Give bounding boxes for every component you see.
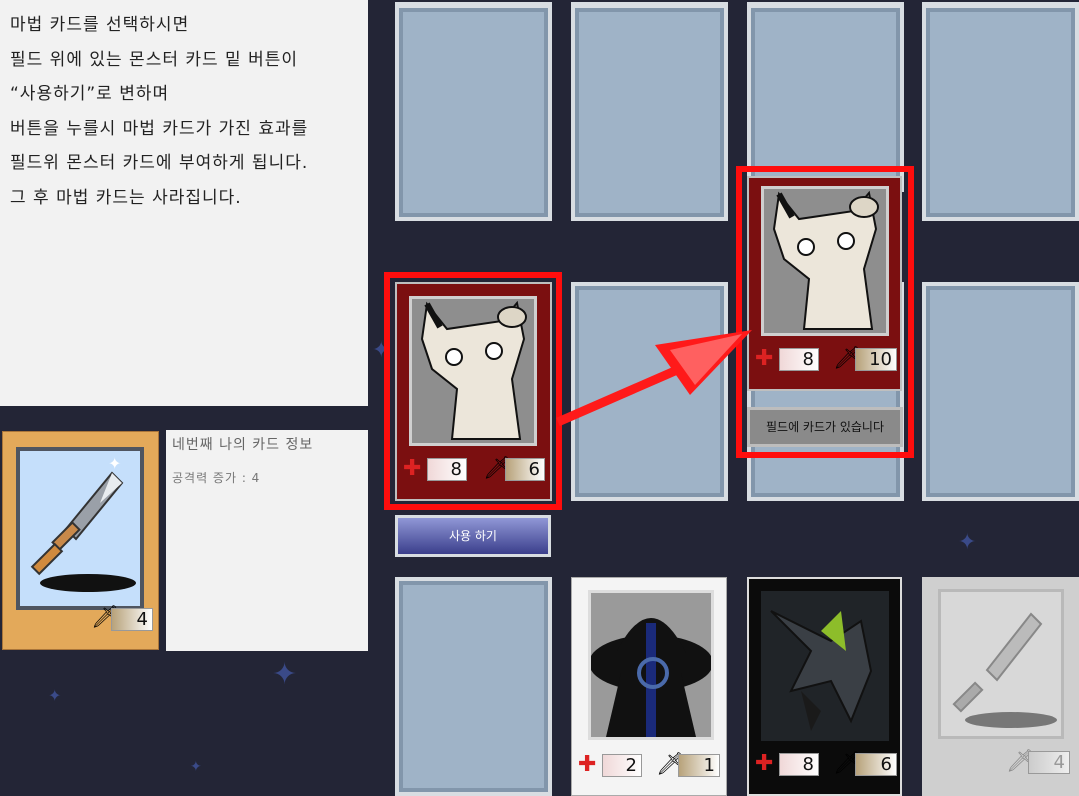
tutorial-panel: 마법 카드를 선택하시면 필드 위에 있는 몬스터 카드 밑 버튼이 “사용하기… <box>0 0 368 406</box>
health-cross-icon: ✚ <box>755 751 774 776</box>
sword-icon <box>938 589 1064 739</box>
card-hp: 8 <box>779 753 819 776</box>
enemy-field-slot[interactable] <box>747 2 904 192</box>
hooded-figure-art <box>588 590 714 740</box>
left-monster-card[interactable]: ✚ 8 🗡 6 <box>395 282 552 501</box>
card-info-panel: 네번째 나의 카드 정보 공격력 증가 : 4 <box>166 430 368 651</box>
dark-dragon-art <box>761 591 889 741</box>
card-hp: 2 <box>602 754 642 777</box>
tutorial-line: 필드 위에 있는 몬스터 카드 밑 버튼이 <box>10 49 299 70</box>
player-field-slot[interactable] <box>922 282 1079 501</box>
card-info-effect: 공격력 증가 : 4 <box>172 471 261 485</box>
health-cross-icon: ✚ <box>755 346 774 371</box>
cat-monster-art <box>409 296 537 446</box>
card-attack: 1 <box>678 754 720 777</box>
tutorial-line: 필드위 몬스터 카드에 부여하게 됩니다. <box>10 153 309 173</box>
monster-attack: 6 <box>505 458 545 481</box>
star-decoration: ✦ <box>190 759 202 775</box>
hand-card[interactable]: ✚ 2 🗡 1 <box>571 577 727 796</box>
sword-icon: ✦ <box>30 454 136 592</box>
attack-value: 4 <box>111 608 153 631</box>
svg-text:✦: ✦ <box>108 454 121 473</box>
tutorial-line: “사용하기”로 변하며 <box>10 84 170 104</box>
field-occupied-button[interactable]: 필드에 카드가 있습니다 <box>747 407 903 447</box>
card-attack: 6 <box>855 753 897 776</box>
use-card-button[interactable]: 사용 하기 <box>395 515 551 557</box>
cat-monster-art <box>761 186 889 336</box>
monster-attack: 10 <box>855 348 897 371</box>
enemy-field-slot[interactable] <box>395 2 552 221</box>
tutorial-line: 버튼을 누를시 마법 카드가 가진 효과를 <box>10 118 309 139</box>
monster-hp: 8 <box>779 348 819 371</box>
enemy-field-slot[interactable] <box>571 2 728 221</box>
health-cross-icon: ✚ <box>403 456 422 481</box>
right-monster-card[interactable]: ✚ 8 🗡 10 <box>747 176 902 391</box>
card-info-title: 네번째 나의 카드 정보 <box>172 437 314 453</box>
selected-card-art: ✦ <box>16 447 144 610</box>
card-attack: 4 <box>1028 751 1070 774</box>
enemy-field-slot[interactable] <box>922 2 1079 221</box>
tutorial-line: 그 후 마법 카드는 사라집니다. <box>10 187 242 208</box>
tutorial-line: 마법 카드를 선택하시면 <box>10 15 190 35</box>
star-decoration: ✦ <box>272 657 298 692</box>
star-decoration: ✦ <box>958 530 977 555</box>
monster-hp: 8 <box>427 458 467 481</box>
star-decoration: ✦ <box>48 686 62 705</box>
hand-card[interactable]: ✚ 8 🗡 6 <box>747 577 902 796</box>
hand-slot-empty[interactable] <box>395 577 552 796</box>
health-cross-icon: ✚ <box>578 752 597 777</box>
hand-card-disabled[interactable]: 🗡 4 <box>922 577 1079 796</box>
selected-card-preview: ✦ 🗡 4 <box>2 431 159 650</box>
player-field-slot[interactable] <box>571 282 728 501</box>
